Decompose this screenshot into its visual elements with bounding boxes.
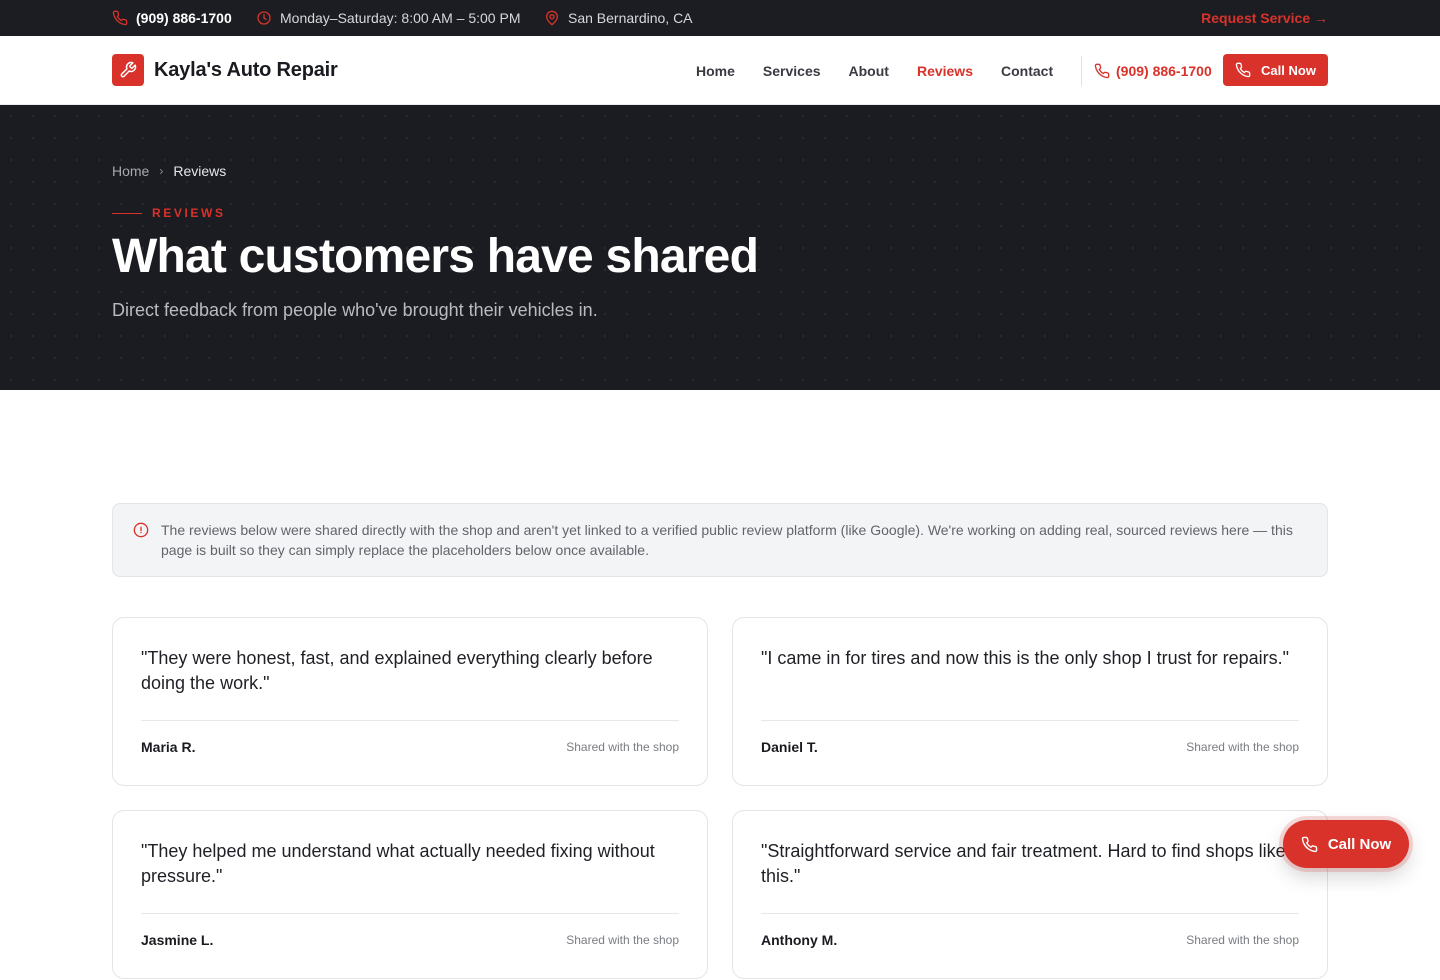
review-quote: "Straightforward service and fair treatm… <box>761 841 1286 886</box>
wrench-logo-badge <box>112 54 144 86</box>
section-eyebrow: REVIEWS <box>112 206 226 220</box>
review-card: "I came in for tires and now this is the… <box>732 617 1328 786</box>
wrench-icon <box>120 61 137 78</box>
site-header: Kayla's Auto Repair Home Services About … <box>0 36 1440 105</box>
nav-divider <box>1081 56 1082 86</box>
card-divider <box>761 913 1299 914</box>
brand-logo[interactable]: Kayla's Auto Repair <box>112 54 338 86</box>
chevron-right-icon: › <box>159 164 164 178</box>
card-divider <box>141 913 679 914</box>
review-author: Jasmine L. <box>141 932 214 948</box>
breadcrumb: Home › Reviews <box>112 163 226 179</box>
nav-home[interactable]: Home <box>682 63 749 79</box>
notice-text: The reviews below were shared directly w… <box>161 522 1293 558</box>
clock-icon <box>257 11 271 25</box>
header-phone-link[interactable]: (909) 886-1700 <box>1094 36 1212 105</box>
top-info-bar: (909) 886-1700 Monday–Saturday: 8:00 AM … <box>0 0 1440 36</box>
phone-icon <box>112 10 128 26</box>
review-source: Shared with the shop <box>566 933 679 947</box>
info-icon <box>133 522 149 538</box>
topbar-hours-text: Monday–Saturday: 8:00 AM – 5:00 PM <box>280 10 521 26</box>
topbar-hours: Monday–Saturday: 8:00 AM – 5:00 PM <box>256 0 520 36</box>
main-nav: Home Services About Reviews Contact <box>682 36 1067 105</box>
brand-name: Kayla's Auto Repair <box>154 58 338 81</box>
review-author: Daniel T. <box>761 739 818 755</box>
review-card: "Straightforward service and fair treatm… <box>732 810 1328 979</box>
nav-about[interactable]: About <box>835 63 903 79</box>
card-divider <box>761 720 1299 721</box>
review-author: Anthony M. <box>761 932 838 948</box>
review-source: Shared with the shop <box>1186 933 1299 947</box>
nav-reviews[interactable]: Reviews <box>903 63 987 79</box>
card-divider <box>141 720 679 721</box>
floating-call-label: Call Now <box>1327 835 1392 853</box>
review-card: "They helped me understand what actually… <box>112 810 708 979</box>
eyebrow-text: REVIEWS <box>152 206 226 220</box>
review-card: "They were honest, fast, and explained e… <box>112 617 708 786</box>
review-source: Shared with the shop <box>566 740 679 754</box>
eyebrow-line <box>112 212 142 214</box>
topbar-phone[interactable]: (909) 886-1700 <box>112 0 232 36</box>
floating-call-button[interactable]: Call Now <box>1283 820 1409 868</box>
review-quote: "They helped me understand what actually… <box>141 841 655 886</box>
map-pin-icon <box>546 10 558 26</box>
page-title: What customers have shared <box>112 230 759 283</box>
topbar-phone-text: (909) 886-1700 <box>136 10 232 26</box>
topbar-location-text: San Bernardino, CA <box>568 10 693 26</box>
topbar-location: San Bernardino, CA <box>544 0 693 36</box>
review-source: Shared with the shop <box>1186 740 1299 754</box>
header-phone-text: (909) 886-1700 <box>1116 62 1212 79</box>
phone-icon <box>1301 836 1318 852</box>
request-service-link[interactable]: Request Service → <box>1201 0 1328 36</box>
nav-contact[interactable]: Contact <box>987 63 1067 79</box>
review-author: Maria R. <box>141 739 196 755</box>
page-hero: Home › Reviews REVIEWS What customers ha… <box>0 105 1440 390</box>
call-now-label: Call Now <box>1261 62 1316 78</box>
nav-services[interactable]: Services <box>749 63 835 79</box>
breadcrumb-home[interactable]: Home <box>112 163 149 179</box>
call-now-button[interactable]: Call Now <box>1223 54 1328 86</box>
reviews-notice: The reviews below were shared directly w… <box>112 503 1328 577</box>
review-quote: "They were honest, fast, and explained e… <box>141 648 653 693</box>
breadcrumb-current: Reviews <box>173 163 227 179</box>
page-subtitle: Direct feedback from people who've broug… <box>112 300 598 320</box>
review-quote: "I came in for tires and now this is the… <box>761 648 1290 668</box>
phone-icon <box>1235 62 1251 78</box>
phone-icon <box>1094 63 1110 78</box>
